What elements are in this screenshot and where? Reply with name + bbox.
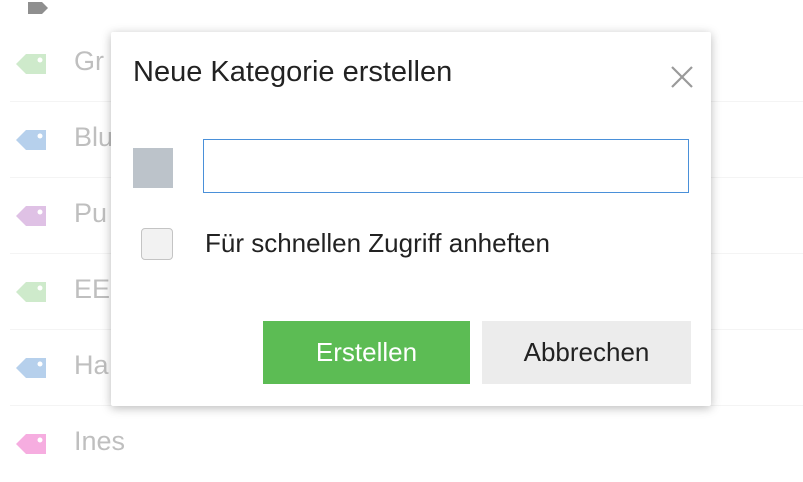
color-swatch[interactable] — [133, 148, 173, 188]
close-icon[interactable] — [665, 60, 699, 94]
pin-checkbox[interactable] — [141, 228, 173, 260]
category-name-input[interactable] — [203, 139, 689, 193]
dialog-title: Neue Kategorie erstellen — [133, 56, 453, 88]
create-category-dialog: Neue Kategorie erstellen Für schnellen Z… — [111, 32, 711, 406]
cancel-button[interactable]: Abbrechen — [482, 321, 691, 384]
create-button[interactable]: Erstellen — [263, 321, 470, 384]
pin-checkbox-label[interactable]: Für schnellen Zugriff anheften — [205, 228, 550, 259]
